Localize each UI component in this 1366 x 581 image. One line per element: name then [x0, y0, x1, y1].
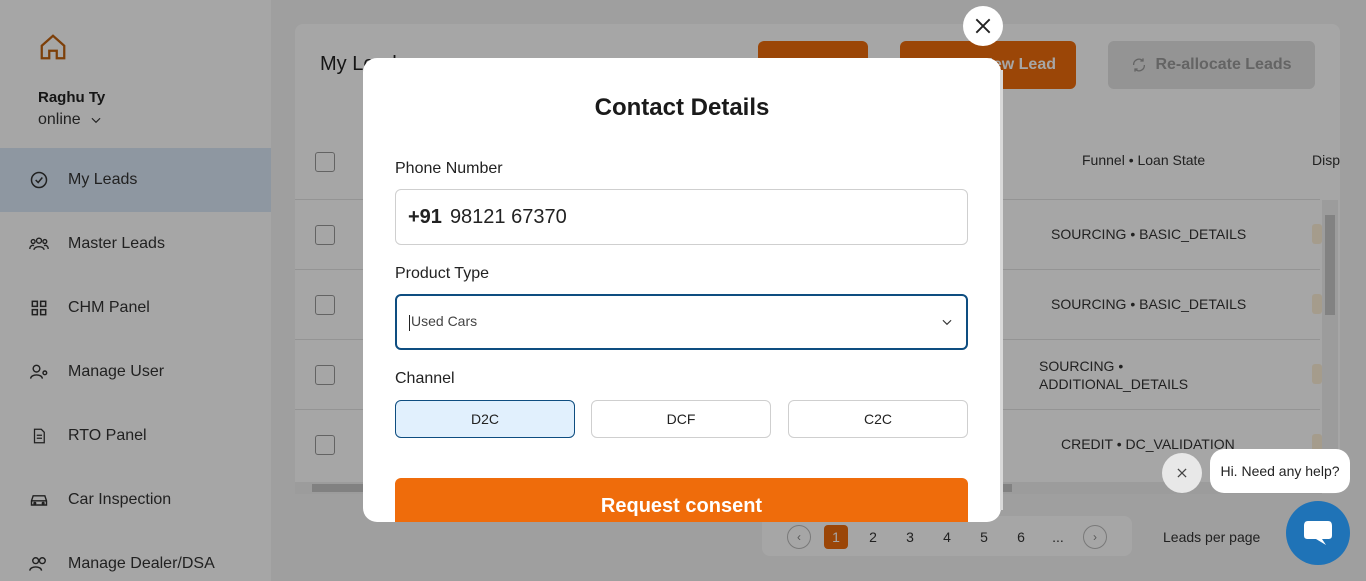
- modal-scrollbar[interactable]: [1000, 70, 1003, 510]
- close-icon: [1177, 468, 1187, 478]
- request-consent-button[interactable]: Request consent: [395, 478, 968, 522]
- channel-option-d2c[interactable]: D2C: [395, 400, 575, 438]
- country-code: +91: [408, 205, 442, 228]
- phone-number-value: 98121 67370: [449, 205, 567, 228]
- chat-icon: [1304, 521, 1332, 545]
- modal-close-button[interactable]: [963, 6, 1003, 46]
- product-type-value: Used Cars: [411, 313, 478, 330]
- channel-option-dcf[interactable]: DCF: [591, 400, 771, 438]
- text-caret: [409, 314, 410, 331]
- contact-details-modal: Contact Details Phone Number +91 98121 6…: [363, 58, 1001, 522]
- phone-number-input[interactable]: +91 98121 67370: [395, 189, 968, 245]
- chat-greeting-bubble[interactable]: Hi. Need any help?: [1210, 449, 1350, 493]
- modal-title: Contact Details: [594, 94, 770, 121]
- close-icon: [975, 18, 991, 34]
- chat-dismiss-button[interactable]: [1162, 453, 1202, 493]
- product-type-label: Product Type: [395, 265, 489, 282]
- channel-option-c2c[interactable]: C2C: [788, 400, 968, 438]
- chat-launcher-button[interactable]: [1286, 501, 1350, 565]
- phone-label: Phone Number: [395, 160, 503, 177]
- chevron-down-icon: [942, 319, 952, 326]
- channel-label: Channel: [395, 370, 455, 387]
- product-type-select[interactable]: Used Cars: [395, 294, 968, 350]
